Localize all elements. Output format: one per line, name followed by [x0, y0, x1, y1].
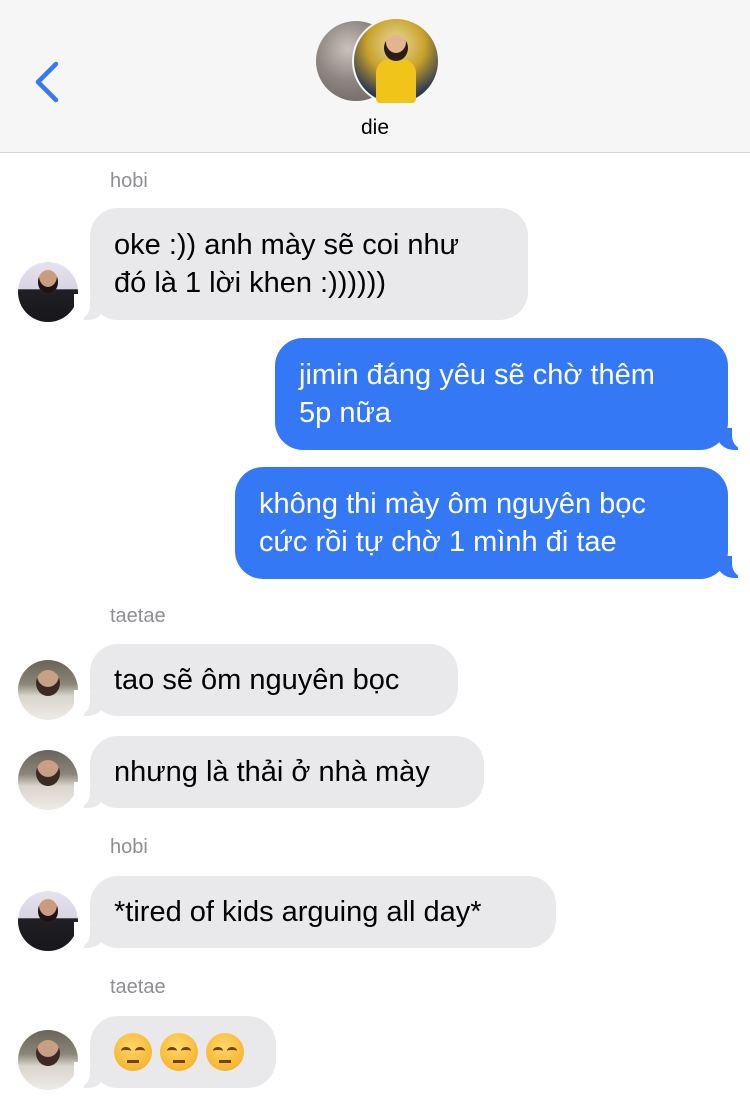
message-bubble-outgoing[interactable]: jimin đáng yêu sẽ chờ thêm 5p nữa	[275, 338, 728, 450]
avatar[interactable]	[18, 750, 78, 810]
message-bubble-incoming[interactable]: nhưng là thải ở nhà mày	[90, 736, 484, 808]
avatar[interactable]	[18, 891, 78, 951]
message-bubble-incoming[interactable]: *tired of kids arguing all day*	[90, 876, 556, 948]
group-name[interactable]: die	[0, 116, 750, 140]
message-bubble-outgoing[interactable]: không thi mày ôm nguyên bọc cức rồi tự c…	[235, 467, 728, 579]
message-bubble-incoming[interactable]: oke :)) anh mày sẽ coi như đó là 1 lời k…	[90, 208, 528, 320]
pensive-face-icon	[160, 1033, 198, 1071]
sender-name: hobi	[110, 836, 148, 858]
pensive-face-icon	[206, 1033, 244, 1071]
member-avatar-photo	[352, 17, 440, 105]
avatar[interactable]	[18, 1030, 78, 1090]
sender-name: taetae	[110, 976, 166, 998]
emoji-row	[114, 1033, 244, 1071]
message-bubble-incoming[interactable]: tao sẽ ôm nguyên bọc	[90, 644, 458, 716]
conversation-header: die	[0, 0, 750, 153]
avatar[interactable]	[18, 660, 78, 720]
sender-name: taetae	[110, 605, 166, 627]
pensive-face-icon	[114, 1033, 152, 1071]
sender-name: hobi	[110, 170, 148, 192]
avatar[interactable]	[18, 262, 78, 322]
message-bubble-incoming[interactable]	[90, 1016, 276, 1088]
group-avatar[interactable]	[314, 17, 440, 105]
back-chevron-icon[interactable]	[28, 58, 68, 106]
